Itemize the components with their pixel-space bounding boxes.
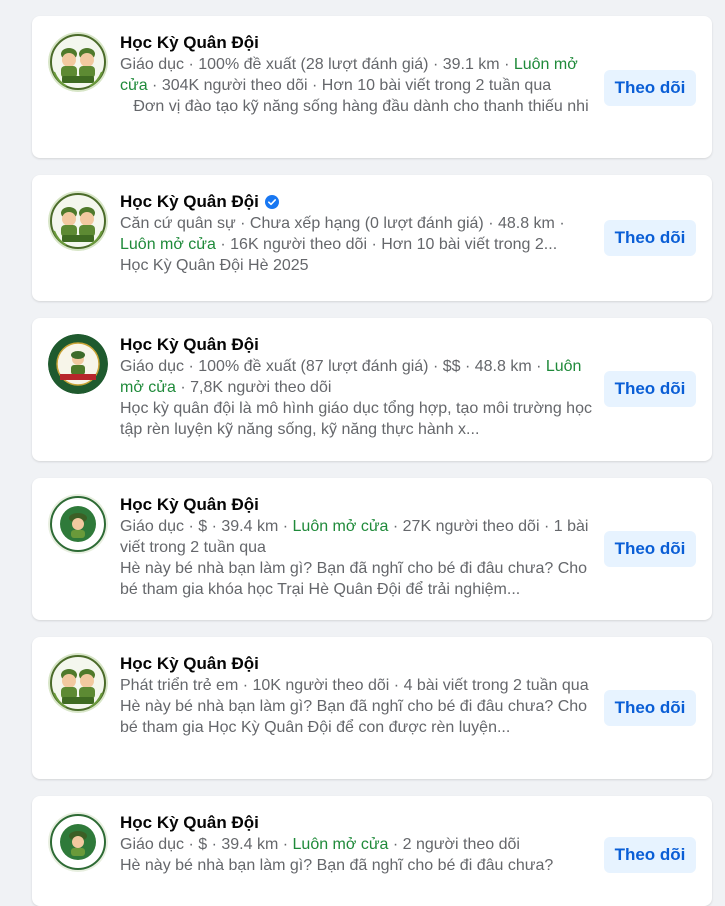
- follow-button[interactable]: Theo dõi: [604, 70, 696, 106]
- page-avatar[interactable]: [48, 494, 108, 554]
- open-status: Luôn mở cửa: [292, 836, 389, 853]
- page-name[interactable]: Học Kỳ Quân Đội: [120, 494, 259, 516]
- page-description: Hè này bé nhà bạn làm gì? Bạn đã nghĩ ch…: [120, 857, 554, 874]
- page-meta: Căn cứ quân sự · Chưa xếp hạng (0 lượt đ…: [120, 215, 565, 253]
- result-card[interactable]: Học Kỳ Quân Đội Giáo dục · 100% đề xuất …: [32, 318, 712, 461]
- page-description: Hè này bé nhà bạn làm gì? Bạn đã nghĩ ch…: [120, 698, 588, 736]
- follow-button[interactable]: Theo dõi: [604, 690, 696, 726]
- open-status: Luôn mở cửa: [292, 518, 389, 535]
- follow-button[interactable]: Theo dõi: [604, 531, 696, 567]
- page-meta: Giáo dục · 100% đề xuất (87 lượt đánh gi…: [120, 358, 582, 396]
- soldier-emblem-icon: [48, 812, 108, 872]
- page-name[interactable]: Học Kỳ Quân Đội: [120, 334, 259, 356]
- page-meta: Giáo dục · $ · 39.4 km · Luôn mở cửa · 2…: [120, 518, 589, 556]
- page-avatar[interactable]: [48, 653, 108, 713]
- open-status: Luôn mở cửa: [120, 236, 216, 253]
- cartoon-soldiers-icon: [48, 191, 108, 251]
- page-avatar[interactable]: [48, 32, 108, 92]
- follow-button[interactable]: Theo dõi: [604, 220, 696, 256]
- page-avatar[interactable]: [48, 191, 108, 251]
- result-card[interactable]: Học Kỳ Quân Đội Căn cứ quân sự · Chưa xế…: [32, 175, 712, 301]
- result-card[interactable]: Học Kỳ Quân Đội Phát triển trẻ em · 10K …: [32, 637, 712, 779]
- page-description: Học Kỳ Quân Đội Hè 2025: [120, 257, 309, 274]
- result-card[interactable]: Học Kỳ Quân Đội Giáo dục · $ · 39.4 km ·…: [32, 796, 712, 906]
- page-name[interactable]: Học Kỳ Quân Đội: [120, 653, 259, 675]
- page-avatar[interactable]: [48, 334, 108, 394]
- page-avatar[interactable]: [48, 812, 108, 872]
- page-description: Hè này bé nhà bạn làm gì? Bạn đã nghĩ ch…: [120, 560, 588, 598]
- military-badge-icon: [48, 334, 108, 394]
- verified-badge-icon: [264, 195, 279, 209]
- page-meta: Phát triển trẻ em · 10K người theo dõi ·…: [120, 677, 589, 694]
- page-meta: Giáo dục · $ · 39.4 km · Luôn mở cửa · 2…: [120, 836, 520, 853]
- follow-button[interactable]: Theo dõi: [604, 837, 696, 873]
- cartoon-soldiers-icon: [48, 32, 108, 92]
- search-results-list: Học Kỳ Quân Đội Giáo dục · 100% đề xuất …: [0, 0, 725, 906]
- result-card[interactable]: Học Kỳ Quân Đội Giáo dục · $ · 39.4 km ·…: [32, 478, 712, 620]
- page-name[interactable]: Học Kỳ Quân Đội: [120, 191, 259, 213]
- follow-button[interactable]: Theo dõi: [604, 371, 696, 407]
- page-name[interactable]: Học Kỳ Quân Đội: [120, 812, 259, 834]
- page-meta: Giáo dục · 100% đề xuất (28 lượt đánh gi…: [120, 56, 578, 94]
- page-name[interactable]: Học Kỳ Quân Đội: [120, 32, 259, 54]
- page-description: Đơn vị đào tạo kỹ năng sống hàng đầu dàn…: [120, 98, 589, 115]
- soldier-emblem-icon: [48, 494, 108, 554]
- cartoon-soldiers-icon: [48, 653, 108, 713]
- page-description: Học kỳ quân đội là mô hình giáo dục tổng…: [120, 400, 592, 438]
- result-card[interactable]: Học Kỳ Quân Đội Giáo dục · 100% đề xuất …: [32, 16, 712, 158]
